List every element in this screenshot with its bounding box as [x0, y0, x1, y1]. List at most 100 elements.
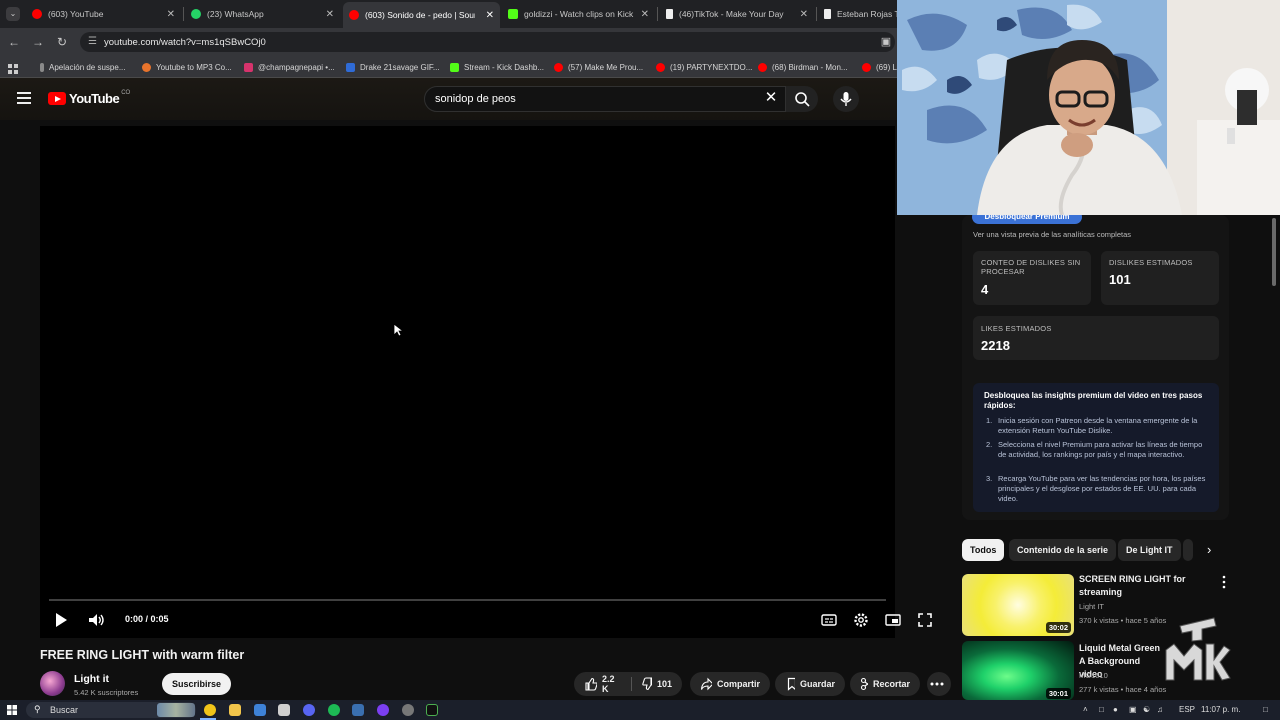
bookmark-item[interactable]: Stream - Kick Dashb... [450, 61, 544, 73]
close-icon[interactable]: ✕ [641, 9, 649, 20]
more-actions-button[interactable] [927, 672, 951, 696]
channel-name[interactable]: Light it [74, 673, 109, 685]
volume-icon[interactable]: ♫ [1157, 705, 1163, 714]
browser-tab[interactable]: Esteban Rojas Ti [818, 3, 898, 25]
bookmark-item[interactable]: Drake 21savage GIF... [346, 61, 440, 73]
terminal-icon[interactable] [426, 704, 438, 716]
forward-arrow-icon[interactable]: → [30, 34, 46, 50]
address-bar[interactable]: ☰ youtube.com/watch?v=ms1qSBwCOj0 [80, 32, 895, 52]
clip-button[interactable]: Recortar [850, 672, 920, 696]
close-icon[interactable]: ✕ [800, 9, 808, 20]
bookmark-item[interactable]: (68) Birdman - Mon... [758, 61, 848, 73]
chrome-icon[interactable] [204, 704, 216, 716]
network-icon[interactable]: ▣ [1129, 705, 1137, 714]
related-channel-name[interactable]: Light IT [1079, 602, 1104, 611]
bookmark-item[interactable]: (57) Make Me Prou... [554, 61, 643, 73]
reload-icon[interactable]: ↻ [54, 34, 70, 50]
like-button[interactable]: 2.2 K [574, 672, 632, 696]
language-indicator[interactable]: ESP [1179, 705, 1195, 714]
video-thumbnail[interactable]: 30:02 [962, 574, 1074, 636]
avatar[interactable] [40, 671, 65, 696]
browser-tab-active[interactable]: (603) Sonido de - pedo | Sound ✕ [343, 2, 500, 28]
page-scrollbar[interactable] [1271, 215, 1277, 700]
tiktok-icon [824, 9, 831, 19]
chevron-right-icon[interactable]: › [1207, 542, 1221, 558]
search-input[interactable]: sonidop de peos [424, 86, 786, 112]
app-icon[interactable] [278, 704, 290, 716]
video-thumbnail[interactable]: 30:01 [962, 641, 1074, 700]
tray-icon[interactable]: □ [1099, 705, 1104, 714]
bookmark-item[interactable]: @champagnepapi •... [244, 61, 335, 73]
tab-label: (46)TikTok - Make Your Day [679, 9, 784, 19]
back-arrow-icon[interactable]: ← [6, 34, 22, 50]
file-explorer-icon[interactable] [229, 704, 241, 716]
browser-tab[interactable]: (603) YouTube ✕ [26, 3, 181, 25]
browser-tab[interactable]: (46)TikTok - Make Your Day ✕ [660, 3, 814, 25]
related-channel-name[interactable]: MG1010 [1079, 671, 1108, 680]
search-button[interactable] [786, 86, 818, 112]
voice-search-button[interactable] [833, 86, 859, 112]
subtitles-button[interactable] [820, 611, 838, 629]
insight-step: 3. Recarga YouTube para ver las tendencia… [986, 474, 1206, 503]
windows-start-icon[interactable] [7, 705, 17, 715]
tab-list-dropdown[interactable]: ⌄ [6, 7, 20, 21]
dislike-button[interactable]: 101 [632, 672, 682, 696]
bookmark-item[interactable]: (69) Lu [862, 61, 901, 73]
hamburger-menu-icon[interactable] [17, 92, 31, 104]
save-button[interactable]: Guardar [775, 672, 845, 696]
stat-value: 4 [981, 282, 989, 297]
fullscreen-button[interactable] [916, 611, 934, 629]
close-icon[interactable]: ✕ [486, 10, 494, 21]
settings-button[interactable] [852, 611, 870, 629]
bookmark-item[interactable]: (19) PARTYNEXTDO... [656, 61, 752, 73]
tab-label: (603) YouTube [48, 9, 104, 19]
bookmark-item[interactable]: Apelación de suspe... [40, 61, 126, 73]
volume-button[interactable] [87, 611, 105, 629]
youtube-icon [656, 62, 665, 72]
microphone-icon[interactable]: ● [1113, 705, 1118, 714]
app-icon[interactable] [377, 704, 389, 716]
notification-icon[interactable]: □ [1263, 705, 1268, 714]
store-icon[interactable] [254, 704, 266, 716]
news-widget-icon[interactable] [157, 703, 195, 717]
subscribe-button[interactable]: Suscribirse [162, 673, 231, 695]
related-video-meta: 277 k vistas • hace 4 años [1079, 685, 1167, 694]
video-player[interactable] [40, 126, 895, 638]
wifi-icon[interactable]: ☯ [1143, 705, 1150, 714]
youtube-logo[interactable]: YouTube CO [48, 90, 130, 106]
chip-series-content[interactable]: Contenido de la serie [1009, 539, 1117, 561]
related-video-title[interactable]: SCREEN RING LIGHT for streaming [1079, 573, 1209, 599]
more-vertical-icon[interactable] [1220, 575, 1228, 589]
browser-tab[interactable]: goldizzi - Watch clips on Kick ✕ [502, 3, 655, 25]
close-icon[interactable]: ✕ [326, 9, 334, 20]
youtube-icon [32, 9, 42, 19]
miniplayer-button[interactable] [884, 611, 902, 629]
clip-label: Recortar [872, 679, 910, 689]
duration-badge: 30:01 [1045, 688, 1071, 699]
clock[interactable]: 11:07 p. m. [1201, 705, 1240, 714]
chip-from-channel[interactable]: De Light IT [1118, 539, 1181, 561]
progress-bar[interactable] [49, 599, 886, 601]
tab-label: (603) Sonido de - pedo | Sound [365, 10, 475, 20]
play-button[interactable] [52, 611, 70, 629]
tab-label: (23) WhatsApp [207, 9, 264, 19]
apps-grid-icon[interactable] [8, 61, 18, 74]
close-icon[interactable]: ✕ [167, 9, 175, 20]
scrollbar-thumb[interactable] [1272, 218, 1276, 286]
spotify-icon[interactable] [328, 704, 340, 716]
site-info-icon[interactable]: ☰ [88, 36, 97, 47]
chip-all[interactable]: Todos [962, 539, 1005, 561]
cast-icon[interactable]: ▣ [878, 34, 894, 50]
clear-search-icon[interactable]: ✕ [762, 89, 780, 107]
share-button[interactable]: Compartir [690, 672, 770, 696]
app-icon[interactable] [402, 704, 414, 716]
chip-overflow[interactable] [1183, 539, 1193, 561]
miniplayer-icon [885, 614, 901, 626]
bookmark-item[interactable]: Youtube to MP3 Co... [142, 61, 232, 73]
discord-icon[interactable] [303, 704, 315, 716]
tab-divider [183, 7, 184, 21]
steam-icon[interactable] [352, 704, 364, 716]
chevron-up-icon[interactable]: ˄ [1083, 705, 1088, 714]
browser-tab[interactable]: (23) WhatsApp ✕ [185, 3, 340, 25]
like-count: 2.2 K [602, 674, 615, 694]
